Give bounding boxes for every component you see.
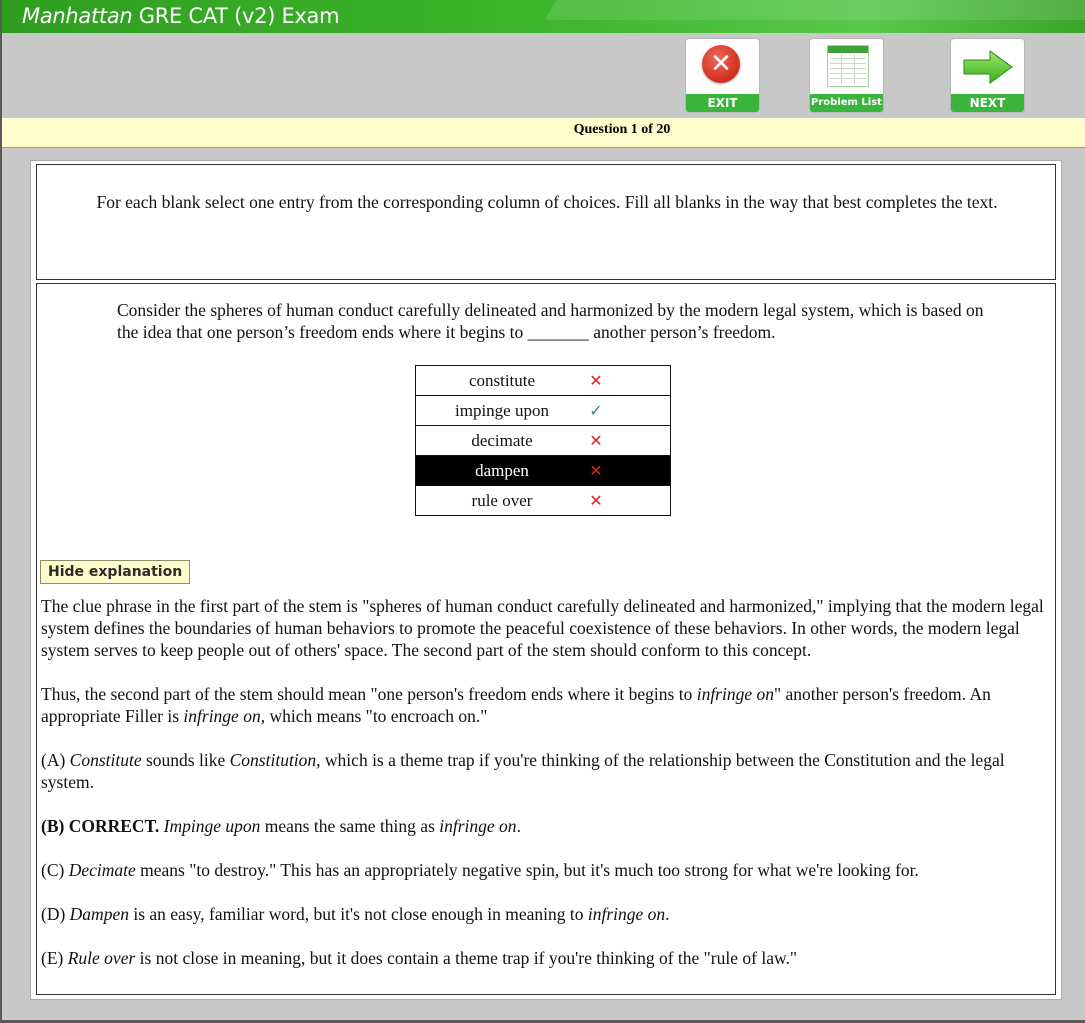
- text-run-italic: Constitution,: [229, 750, 321, 770]
- exam-window: Manhattan GRE CAT (v2) Exam ✕ EXIT Probl…: [2, 0, 1085, 1020]
- explanation-choice-d: (D) Dampen is an easy, familiar word, bu…: [41, 903, 1046, 925]
- text-run: (D): [41, 904, 70, 924]
- title-brand: Manhattan: [22, 4, 133, 28]
- exit-button[interactable]: ✕ EXIT: [686, 39, 759, 112]
- explanation-choice-a: (A) Constitute sounds like Constitution,…: [41, 749, 1046, 793]
- text-run: (C): [41, 860, 69, 880]
- text-run-italic: Constitute: [69, 750, 142, 770]
- correct-check-icon: ✓: [589, 401, 603, 420]
- text-run-italic: Decimate: [68, 860, 136, 880]
- explanation-choice-e: (E) Rule over is not close in meaning, b…: [41, 947, 1046, 969]
- text-run-italic: infringe on,: [183, 706, 266, 726]
- choice-rule-over[interactable]: rule over ✕: [416, 486, 670, 515]
- window-title: Manhattan GRE CAT (v2) Exam: [22, 4, 340, 28]
- choice-label: dampen: [475, 461, 529, 480]
- problem-list-label: Problem List: [810, 94, 883, 112]
- next-label: NEXT: [951, 94, 1024, 112]
- text-run: which means "to encroach on.": [265, 706, 488, 726]
- choice-impinge-upon[interactable]: impinge upon ✓: [416, 396, 670, 426]
- stem-blank: _______: [527, 322, 589, 342]
- explanation-paragraph: Thus, the second part of the stem should…: [41, 683, 1046, 727]
- choice-label: impinge upon: [455, 401, 549, 420]
- question-counter: Question 1 of 20: [573, 122, 671, 137]
- text-run-bold: (B) CORRECT.: [41, 816, 160, 836]
- choice-label: constitute: [468, 371, 536, 390]
- answer-choices: constitute ✕ impinge upon ✓ decimate ✕ d…: [415, 365, 671, 516]
- close-x-icon: ✕: [702, 45, 740, 83]
- choice-label: rule over: [471, 491, 533, 510]
- text-run-italic: infringe on: [696, 684, 774, 704]
- choice-dampen[interactable]: dampen ✕: [416, 456, 670, 486]
- incorrect-x-icon: ✕: [589, 461, 603, 480]
- text-run: .: [665, 904, 670, 924]
- instructions-box: For each blank select one entry from the…: [36, 164, 1056, 280]
- text-run: .: [516, 816, 521, 836]
- exit-label: EXIT: [686, 94, 759, 112]
- text-run: means the same thing as: [260, 816, 440, 836]
- text-run-italic: Impinge upon: [163, 816, 261, 836]
- title-bar: Manhattan GRE CAT (v2) Exam: [2, 0, 1085, 33]
- text-run-italic: Rule over: [67, 948, 136, 968]
- choice-decimate[interactable]: decimate ✕: [416, 426, 670, 456]
- next-button[interactable]: NEXT: [951, 39, 1024, 112]
- problem-list-button[interactable]: Problem List: [810, 39, 883, 112]
- toolbar: ✕ EXIT Problem List NEXT: [2, 33, 1085, 118]
- choice-constitute[interactable]: constitute ✕: [416, 366, 670, 396]
- explanation-paragraph: The clue phrase in the first part of the…: [41, 596, 1044, 660]
- text-run-italic: infringe on: [587, 904, 666, 924]
- title-text: GRE CAT (v2) Exam: [132, 4, 340, 28]
- table-grid-icon: [827, 45, 869, 87]
- stem-after-blank: another person’s freedom.: [588, 322, 776, 342]
- arrow-right-icon: [963, 50, 1013, 84]
- explanation: The clue phrase in the first part of the…: [41, 595, 1046, 969]
- incorrect-x-icon: ✕: [589, 431, 603, 450]
- text-run: sounds like: [141, 750, 230, 770]
- text-run-italic: Dampen: [69, 904, 129, 924]
- instructions-text: For each blank select one entry from the…: [96, 192, 998, 212]
- title-bar-gloss: [544, 0, 1085, 20]
- text-run: Thus, the second part of the stem should…: [41, 684, 697, 704]
- question-stem: Consider the spheres of human conduct ca…: [117, 299, 997, 343]
- incorrect-x-icon: ✕: [589, 371, 603, 390]
- text-run: is not close in meaning, but it does con…: [135, 948, 797, 968]
- question-bar: Question 1 of 20: [2, 118, 1085, 148]
- choice-label: decimate: [471, 431, 533, 450]
- explanation-choice-b: (B) CORRECT. Impinge upon means the same…: [41, 815, 1046, 837]
- question-body: Consider the spheres of human conduct ca…: [36, 283, 1056, 995]
- question-panel: For each blank select one entry from the…: [30, 160, 1062, 1000]
- text-run: means "to destroy." This has an appropri…: [135, 860, 919, 880]
- text-run: is an easy, familiar word, but it's not …: [128, 904, 588, 924]
- incorrect-x-icon: ✕: [589, 491, 603, 510]
- text-run: (A): [41, 750, 70, 770]
- text-run: (E): [41, 948, 68, 968]
- hide-explanation-button[interactable]: Hide explanation: [40, 560, 191, 584]
- text-run-italic: infringe on: [439, 816, 517, 836]
- explanation-choice-c: (C) Decimate means "to destroy." This ha…: [41, 859, 1046, 881]
